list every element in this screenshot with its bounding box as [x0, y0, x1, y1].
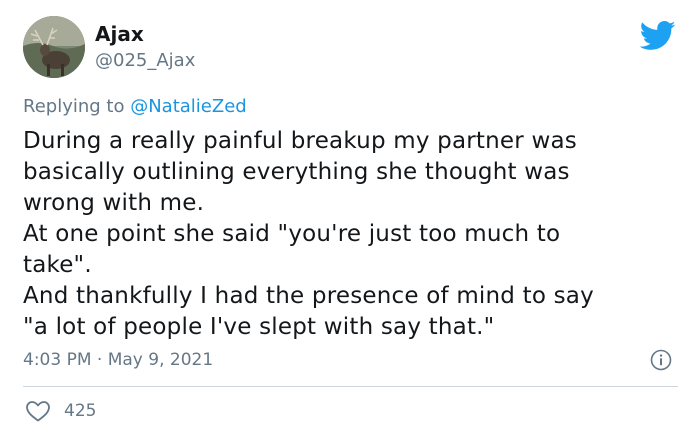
- tweet-text-line: During a really painful breakup my partn…: [23, 128, 577, 154]
- elk-avatar-icon: [23, 16, 85, 78]
- tweet-text-line: At one point she said "you're just too m…: [23, 221, 561, 247]
- reply-mention-link[interactable]: @NatalieZed: [130, 96, 247, 117]
- user-handle[interactable]: @025_Ajax: [95, 50, 195, 72]
- tweet-text-line: wrong with me.: [23, 190, 205, 216]
- tweet-text-line: take".: [23, 252, 92, 278]
- divider: [23, 386, 678, 387]
- avatar[interactable]: [23, 16, 85, 78]
- heart-icon[interactable]: [25, 399, 51, 423]
- display-name[interactable]: Ajax: [95, 22, 144, 46]
- info-icon[interactable]: [650, 349, 672, 371]
- tweet-text-line: And thankfully I had the presence of min…: [23, 283, 594, 309]
- tweet-card: Ajax @025_Ajax Replying to @NatalieZed D…: [0, 0, 700, 442]
- tweet-text: During a really painful breakup my partn…: [23, 126, 683, 343]
- like-count[interactable]: 425: [64, 400, 96, 422]
- tweet-text-line: "a lot of people I've slept with say tha…: [23, 314, 495, 340]
- tweet-timestamp[interactable]: 4:03 PM · May 9, 2021: [23, 349, 213, 371]
- twitter-bird-icon[interactable]: [640, 21, 676, 51]
- tweet-text-line: basically outlining everything she thoug…: [23, 159, 570, 185]
- reply-prefix: Replying to: [23, 96, 125, 117]
- reply-context: Replying to @NatalieZed: [23, 95, 247, 119]
